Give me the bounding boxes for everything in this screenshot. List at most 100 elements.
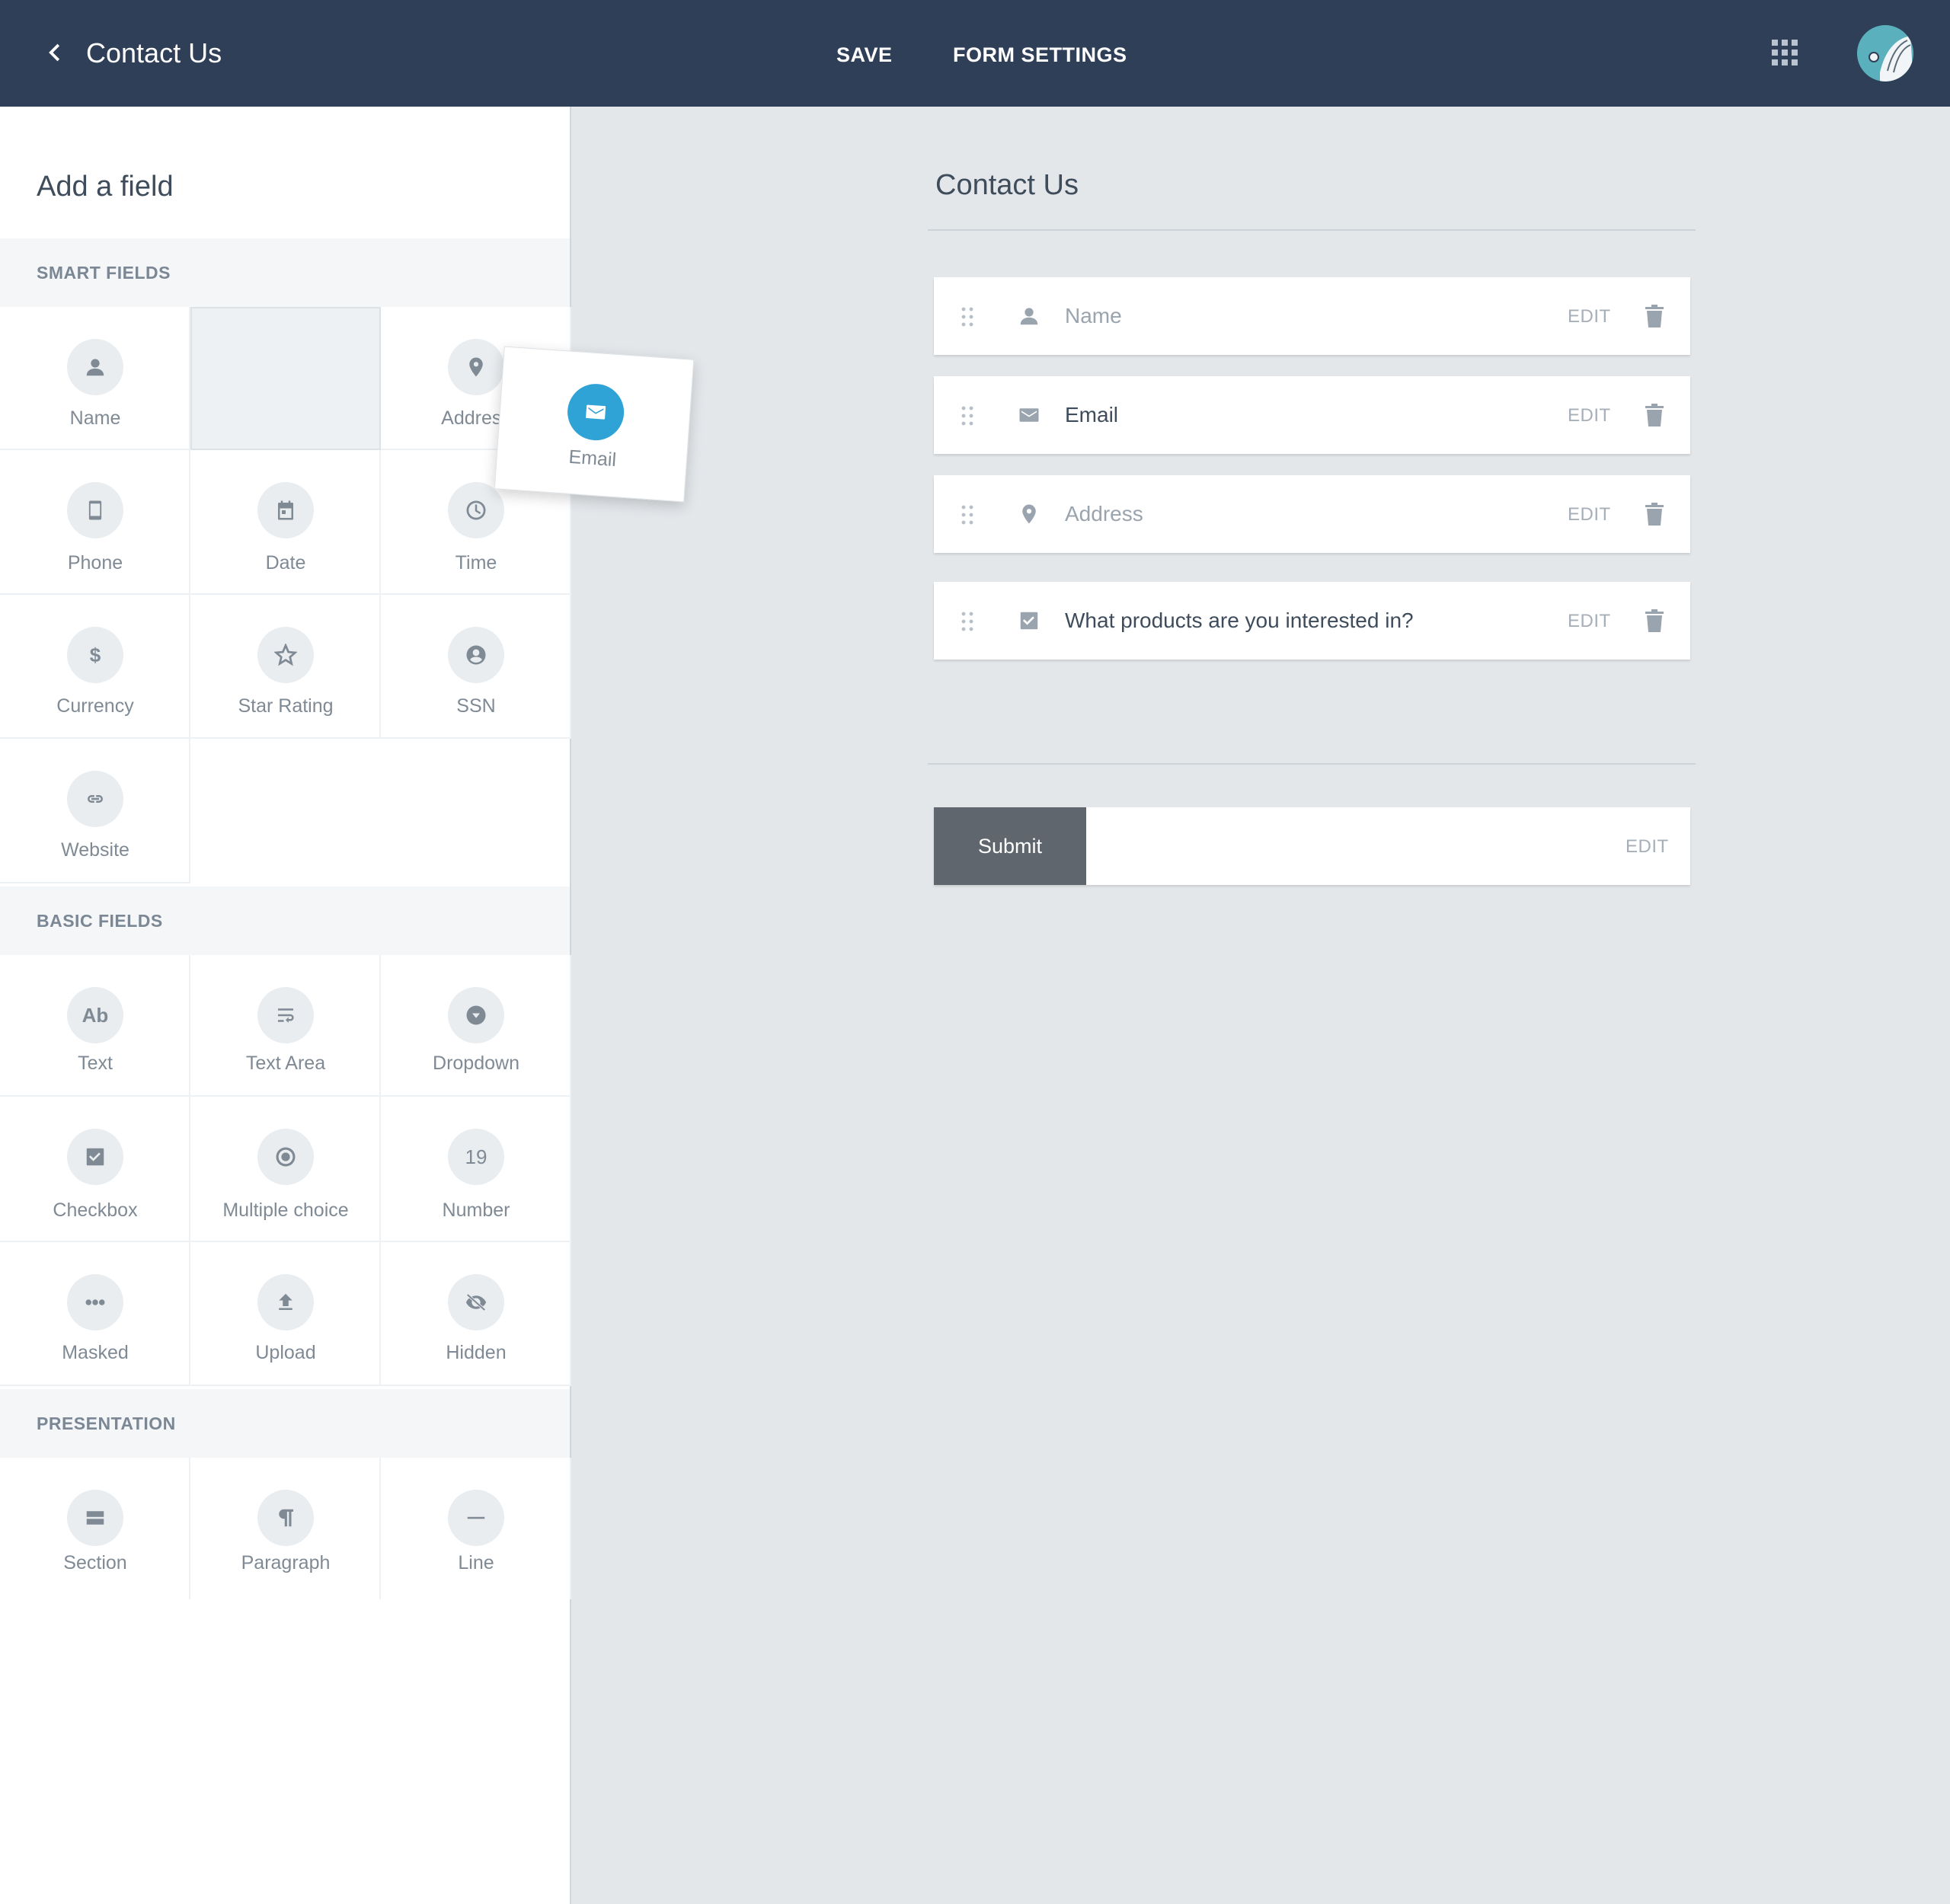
- tile-label: Currency: [56, 695, 134, 717]
- field-tile-name[interactable]: Name: [0, 307, 190, 450]
- tile-label: Star Rating: [238, 695, 334, 717]
- dropdown-icon: [448, 987, 504, 1043]
- checkbox-icon: [1018, 609, 1041, 632]
- field-tile-text[interactable]: Ab Text: [0, 955, 190, 1097]
- text-icon: Ab: [67, 987, 123, 1043]
- form-field-products-checkbox[interactable]: What products are you interested in? EDI…: [934, 582, 1690, 660]
- tile-label: Line: [458, 1552, 494, 1573]
- field-tile-phone[interactable]: Phone: [0, 450, 190, 595]
- tile-label: SSN: [456, 695, 496, 717]
- field-tile-currency[interactable]: $ Currency: [0, 595, 190, 739]
- person-icon: [1018, 305, 1041, 327]
- edit-submit-button[interactable]: EDIT: [1626, 835, 1669, 859]
- section-label: SMART FIELDS: [37, 263, 171, 283]
- page-title: Contact Us: [86, 37, 222, 69]
- location-pin-icon: [448, 339, 504, 395]
- dragged-field-email[interactable]: Email: [494, 346, 695, 503]
- edit-button[interactable]: EDIT: [1568, 404, 1611, 428]
- avatar[interactable]: [1857, 25, 1913, 81]
- account-circle-icon: [448, 627, 504, 683]
- section-icon: [67, 1490, 123, 1546]
- field-tile-number[interactable]: 19 Number: [381, 1097, 571, 1242]
- field-tile-section[interactable]: Section: [0, 1458, 190, 1599]
- chevron-left-icon[interactable]: [44, 41, 67, 64]
- section-label: PRESENTATION: [37, 1414, 176, 1433]
- dollar-icon: $: [67, 627, 123, 683]
- text-wrap-icon: [257, 987, 314, 1043]
- field-label: What products are you interested in?: [1065, 609, 1414, 632]
- dots-icon: [67, 1274, 123, 1331]
- section-label: BASIC FIELDS: [37, 911, 163, 931]
- mail-icon: [1018, 404, 1041, 426]
- form-title[interactable]: Contact Us: [935, 166, 1079, 204]
- trash-icon[interactable]: [1645, 305, 1664, 327]
- drag-handle-icon[interactable]: [960, 405, 975, 426]
- pilcrow-icon: [257, 1490, 314, 1546]
- location-pin-icon: [1018, 503, 1041, 526]
- tile-label: Website: [61, 839, 129, 861]
- field-tile-checkbox[interactable]: Checkbox: [0, 1097, 190, 1242]
- form-settings-button[interactable]: FORM SETTINGS: [953, 40, 1127, 70]
- number-icon: 19: [448, 1129, 504, 1185]
- trash-icon[interactable]: [1645, 404, 1664, 426]
- clock-icon: [448, 482, 504, 538]
- field-tile-upload[interactable]: Upload: [190, 1242, 381, 1386]
- field-tile-text-area[interactable]: Text Area: [190, 955, 381, 1097]
- tile-label: Date: [265, 552, 306, 573]
- tile-label: Checkbox: [53, 1200, 138, 1221]
- edit-button[interactable]: EDIT: [1568, 503, 1611, 527]
- tile-label: Text Area: [245, 1053, 326, 1074]
- divider: [928, 763, 1696, 765]
- trash-icon[interactable]: [1645, 503, 1664, 526]
- divider: [928, 229, 1696, 231]
- field-tile-dropdown[interactable]: Dropdown: [381, 955, 571, 1097]
- top-bar: Contact Us SAVE FORM SETTINGS: [0, 0, 1950, 107]
- edit-button[interactable]: EDIT: [1568, 305, 1611, 329]
- field-tile-ssn[interactable]: SSN: [381, 595, 571, 739]
- form-field-address[interactable]: Address EDIT: [934, 475, 1690, 553]
- tile-label: Paragraph: [241, 1552, 331, 1573]
- field-tile-star-rating[interactable]: Star Rating: [190, 595, 381, 739]
- tile-label: Masked: [62, 1342, 129, 1363]
- mail-icon: [565, 382, 626, 442]
- tile-label: Time: [455, 552, 497, 573]
- tile-label: Phone: [67, 552, 123, 573]
- calendar-icon: [257, 482, 314, 538]
- basic-fields-header: BASIC FIELDS: [0, 887, 570, 955]
- drag-handle-icon[interactable]: [960, 306, 975, 327]
- phone-icon: [67, 482, 123, 538]
- field-tile-website[interactable]: Website: [0, 739, 190, 883]
- submit-button[interactable]: Submit: [934, 807, 1086, 885]
- eye-off-icon: [448, 1274, 504, 1331]
- form-field-name[interactable]: Name EDIT: [934, 277, 1690, 355]
- edit-button[interactable]: EDIT: [1568, 609, 1611, 634]
- field-tile-masked[interactable]: Masked: [0, 1242, 190, 1386]
- avatar-image: [1857, 25, 1913, 81]
- smart-fields-header: SMART FIELDS: [0, 238, 570, 307]
- apps-grid-icon[interactable]: [1772, 40, 1798, 65]
- field-label: Email: [1065, 403, 1119, 426]
- field-tile-date[interactable]: Date: [190, 450, 381, 595]
- link-icon: [67, 771, 123, 827]
- add-field-sidebar: Add a field SMART FIELDS Name Address Ph…: [0, 107, 571, 1904]
- trash-icon[interactable]: [1645, 609, 1664, 632]
- field-label: Address: [1065, 502, 1143, 526]
- field-tile-hidden[interactable]: Hidden: [381, 1242, 571, 1386]
- presentation-header: PRESENTATION: [0, 1389, 570, 1458]
- field-tile-line[interactable]: Line: [381, 1458, 571, 1599]
- submit-row: Submit EDIT: [934, 807, 1690, 885]
- field-tile-multiple-choice[interactable]: Multiple choice: [190, 1097, 381, 1242]
- save-button[interactable]: SAVE: [836, 40, 893, 70]
- field-tile-paragraph[interactable]: Paragraph: [190, 1458, 381, 1599]
- sidebar-title: Add a field: [37, 171, 174, 203]
- person-icon: [67, 339, 123, 395]
- checkbox-icon: [67, 1129, 123, 1185]
- tile-label: Text: [78, 1053, 113, 1074]
- drop-placeholder: [190, 307, 381, 450]
- tile-label: Section: [63, 1552, 127, 1573]
- form-field-email[interactable]: Email EDIT: [934, 376, 1690, 454]
- drag-handle-icon[interactable]: [960, 611, 975, 632]
- drag-handle-icon[interactable]: [960, 504, 975, 526]
- tile-label: Number: [442, 1200, 510, 1221]
- radio-icon: [257, 1129, 314, 1185]
